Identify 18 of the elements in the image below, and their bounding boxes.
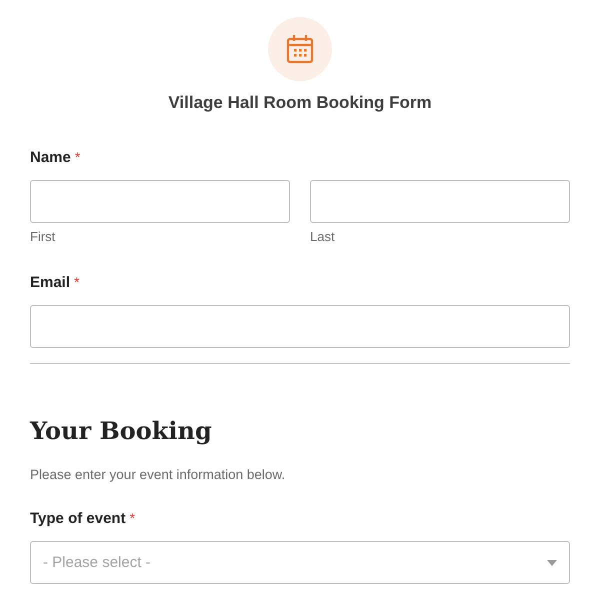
section-description: Please enter your event information below. <box>30 467 286 482</box>
text-input[interactable] <box>310 180 570 223</box>
required-asterisk: * <box>74 274 80 290</box>
required-asterisk: * <box>130 510 136 526</box>
input-sublabel: Last <box>310 229 336 244</box>
required-asterisk: * <box>74 149 80 165</box>
field-label: Email <box>30 274 70 291</box>
form-title: Village Hall Room Booking Form <box>168 93 432 113</box>
select-placeholder: - Please select - <box>43 554 151 571</box>
section-heading: Your Booking <box>30 416 213 445</box>
caret-icon <box>547 560 557 566</box>
field-label: Name <box>30 149 71 166</box>
event-type-select[interactable]: - Please select - <box>30 541 570 584</box>
field-label: Type of event <box>30 510 126 527</box>
email-input[interactable] <box>30 305 570 348</box>
text-input[interactable] <box>30 180 290 223</box>
input-sublabel: First <box>30 229 56 244</box>
calendar-icon <box>286 34 314 64</box>
